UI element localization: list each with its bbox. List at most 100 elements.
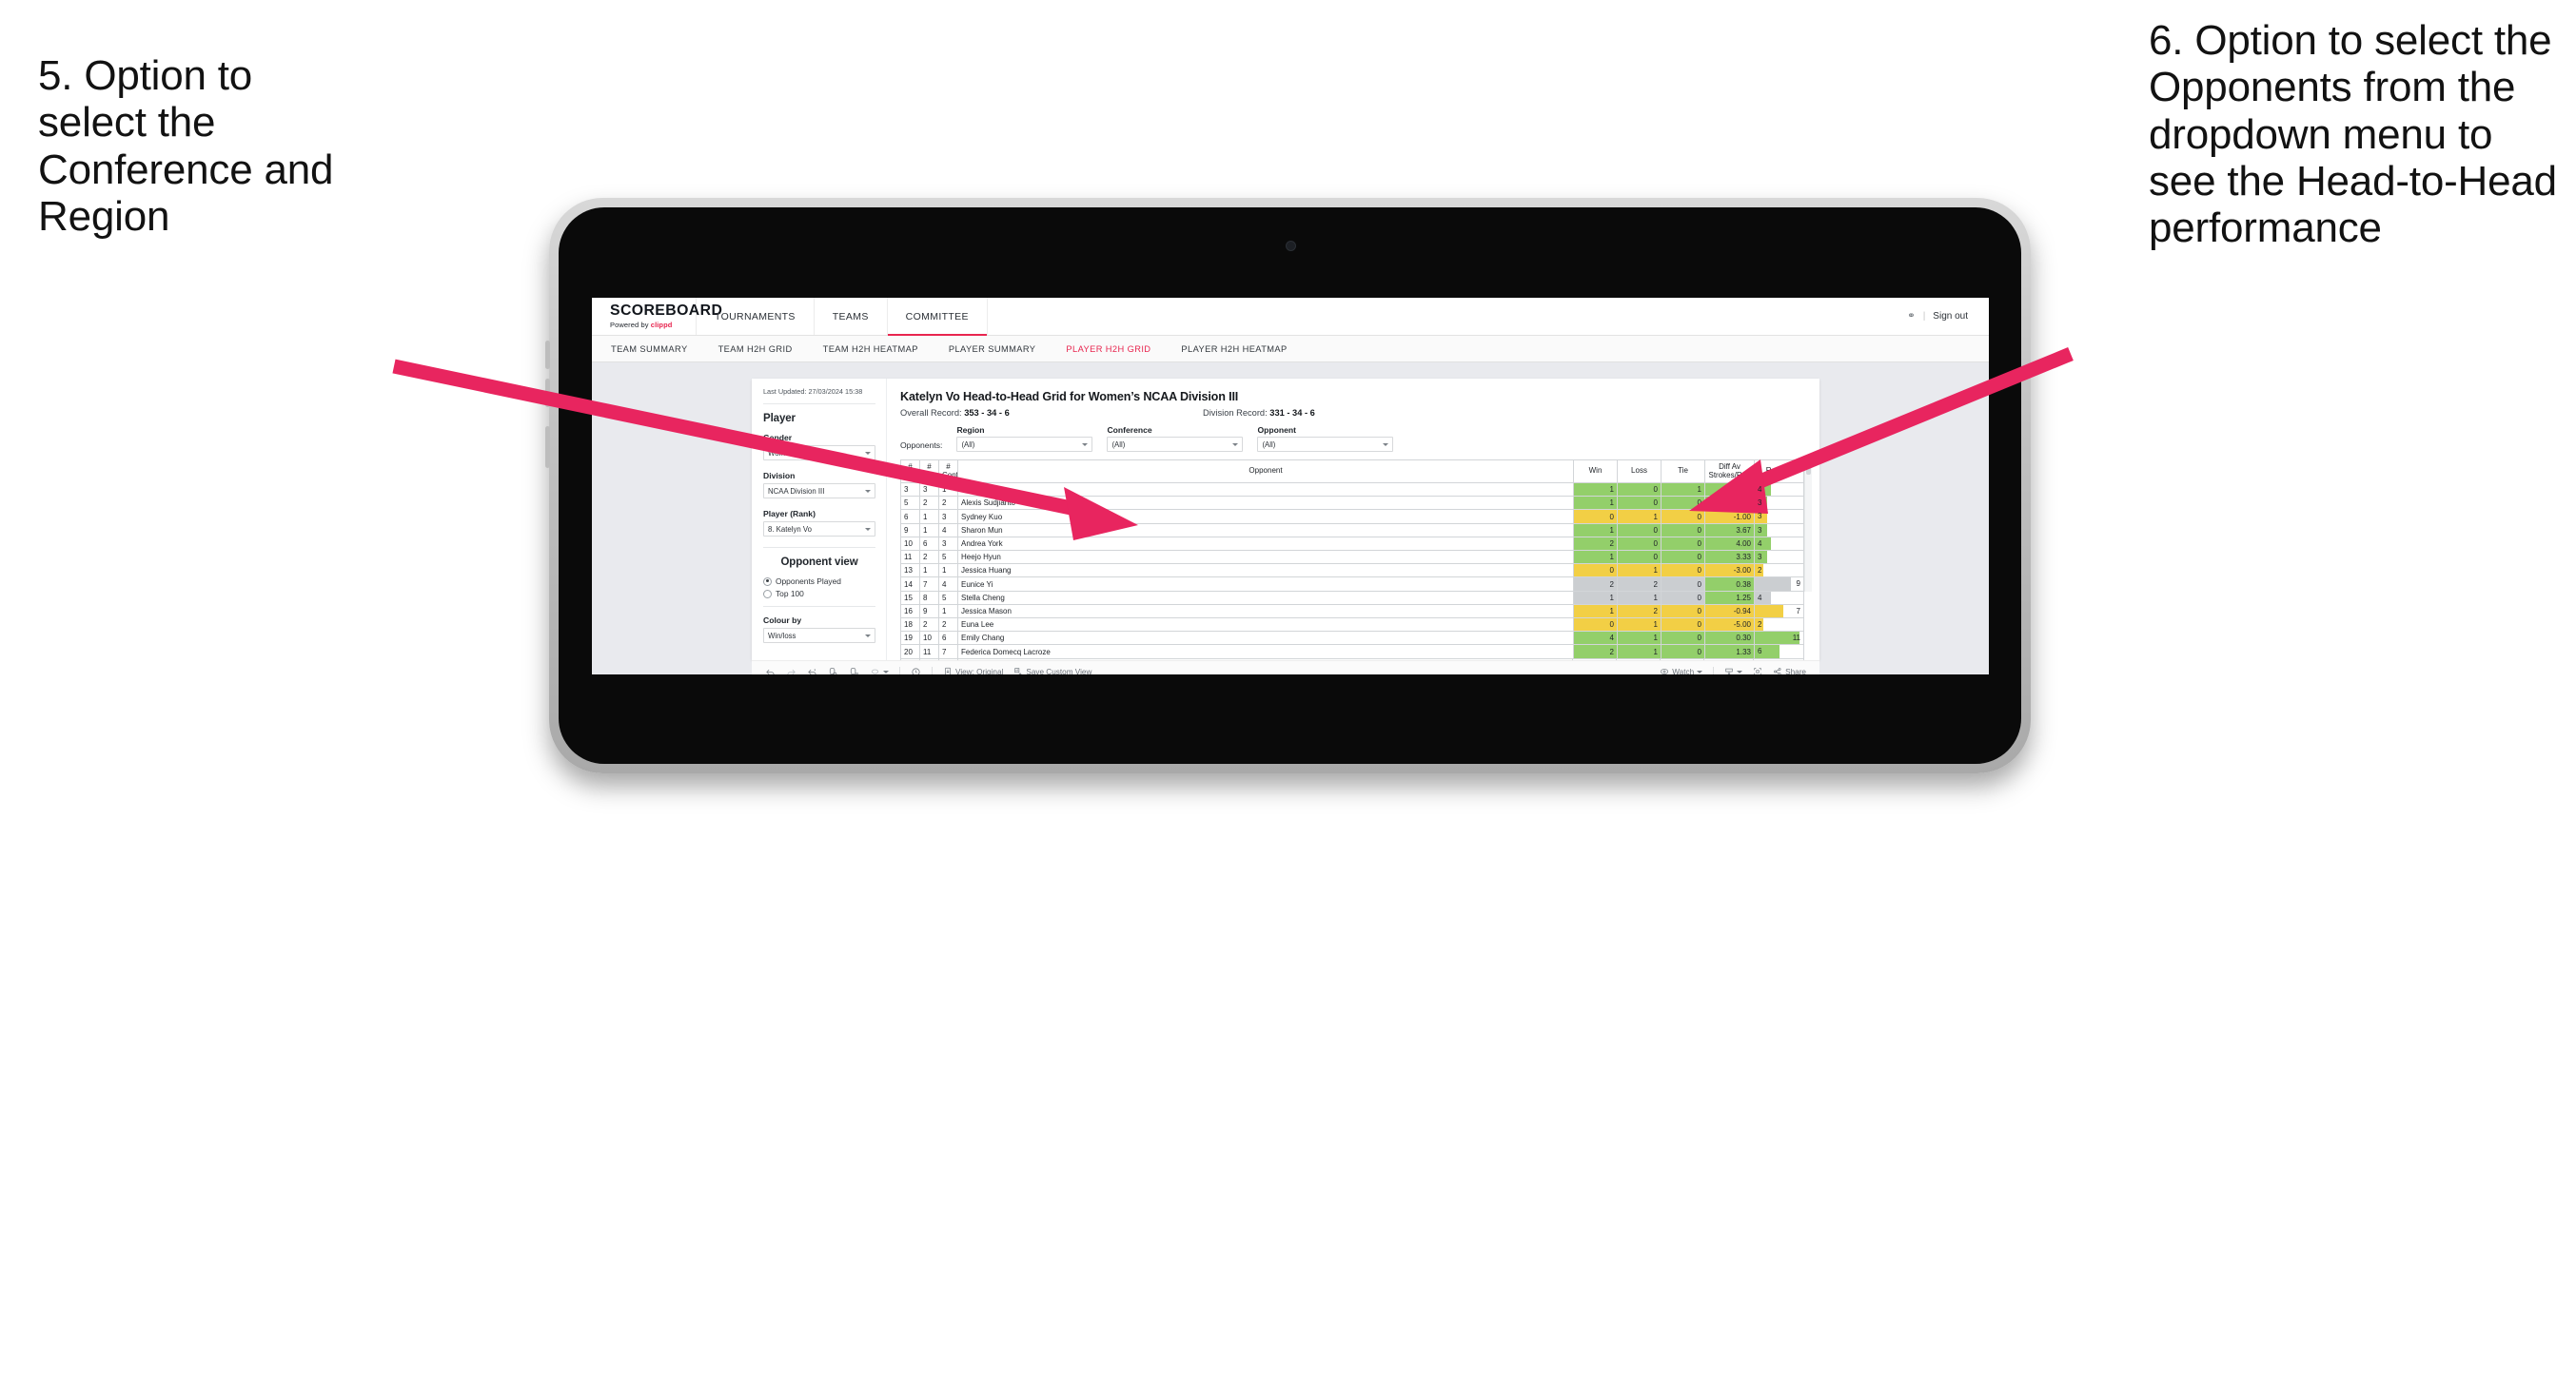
save-custom-view-button[interactable]: Save Custom View [1013,667,1091,674]
table-row[interactable]: 14 7 4 Eunice Yi 2 2 0 0.38 9 [900,576,1804,592]
scoreboard-app: SCOREBOARD Powered by clippd TOURNAMENTS… [592,298,1989,674]
cell-loss: 1 [1617,563,1662,578]
cell-rounds: 6 [1754,644,1804,659]
table-row[interactable]: 9 1 4 Sharon Mun 1 0 0 3.67 3 [900,522,1804,537]
chevron-down-icon [865,489,871,493]
last-updated-text: Last Updated: 27/03/2024 15:38 [763,387,863,396]
cell-opponent: Euna Lee [957,617,1574,633]
table-row[interactable]: 5 2 2 Alexis Sudjianto 1 0 0 4.00 3 [900,496,1804,511]
refresh-data-icon[interactable] [828,667,838,674]
table-header-row: #Div #Reg #Conf Opponent Win Loss Tie [900,459,1804,483]
colour-by-dropdown[interactable]: Win/loss [763,628,875,644]
cell-rounds: 9 [1754,576,1804,592]
cell-loss: 2 [1617,576,1662,592]
download-button[interactable] [1724,667,1743,674]
radio-icon [763,589,772,598]
cell-rounds: 2 [1754,617,1804,633]
brand-logo[interactable]: SCOREBOARD Powered by clippd [592,298,722,335]
chevron-down-icon [1383,442,1389,446]
sign-out-link[interactable]: Sign out [1933,311,1968,322]
rounds-value: 4 [1758,593,1762,602]
nav-tab-tournaments[interactable]: TOURNAMENTS [697,298,815,335]
gender-field: Gender Women’s [763,433,875,461]
share-button[interactable]: Share [1773,667,1806,674]
table-row[interactable]: 15 8 5 Stella Cheng 1 1 0 1.25 4 [900,590,1804,605]
brand-powered-by: Powered by clippd [610,321,696,329]
subtab-team-h2h-heatmap[interactable]: TEAM H2H HEATMAP [823,344,935,354]
subtab-team-summary[interactable]: TEAM SUMMARY [611,344,705,354]
volume-up-button[interactable] [545,341,550,369]
table-row[interactable]: 20 11 7 Federica Domecq Lacroze 2 1 0 1.33 6 [900,644,1804,659]
nav-tab-teams[interactable]: TEAMS [815,298,888,335]
dashboard-toolbar: View: Original Save Custom View Watch Sh… [752,660,1819,674]
subtab-player-h2h-grid[interactable]: PLAYER H2H GRID [1066,344,1168,354]
cell-rounds: 3 [1754,509,1804,524]
opponent-dropdown[interactable]: (All) [1257,437,1394,452]
watch-button[interactable]: Watch [1660,667,1703,674]
globe-icon[interactable]: ⚭ [1907,311,1915,322]
col-opponent: Opponent [957,459,1574,483]
opponent-value: (All) [1262,439,1276,449]
redo-icon[interactable] [786,667,796,675]
table-scrollbar-thumb[interactable] [1806,461,1811,475]
undo-icon[interactable] [765,667,776,675]
table-row[interactable]: 11 2 5 Heejo Hyun 1 0 0 3.33 3 [900,550,1804,565]
table-row[interactable]: 16 9 1 Jessica Mason 1 2 0 -0.94 7 [900,603,1804,619]
cell-win: 2 [1573,576,1618,592]
table-body: 3 3 1 Esther Lee 1 0 1 1.50 4 5 2 2 Alexis Sudjianto… [900,481,1804,659]
radio-opponents-played[interactable]: Opponents Played [763,576,875,586]
radio-top-100[interactable]: Top 100 [763,589,875,598]
region-dropdown[interactable]: (All) [956,437,1093,452]
h2h-grid-table: #Div #Reg #Conf Opponent Win Loss Tie [900,459,1804,659]
dashboard-canvas: Last Updated: 27/03/2024 15:38 Player Ge… [592,362,1989,674]
player-rank-dropdown[interactable]: 8. Katelyn Vo [763,521,875,537]
table-row[interactable]: 13 1 1 Jessica Huang 0 1 0 -3.00 2 [900,563,1804,578]
cell-diff: -1.00 [1704,509,1755,524]
chevron-down-icon [1232,442,1239,446]
cell-reg: 1 [919,563,939,578]
colour-by-field: Colour by Win/loss [763,615,875,644]
cell-tie: 0 [1661,563,1705,578]
cell-tie: 0 [1661,536,1705,552]
conference-dropdown[interactable]: (All) [1107,437,1244,452]
division-dropdown[interactable]: NCAA Division III [763,483,875,499]
cell-conf: 4 [938,576,958,592]
table-row[interactable]: 6 1 3 Sydney Kuo 0 1 0 -1.00 3 [900,509,1804,524]
revert-icon[interactable] [807,667,817,675]
power-button[interactable] [545,426,550,468]
nav-tab-committee[interactable]: COMMITTEE [887,298,988,336]
col-diff: Diff Av Strokes/Rnd [1704,459,1755,483]
pause-updates-icon[interactable] [849,667,859,675]
table-scrollbar[interactable] [1804,459,1812,592]
cell-conf: 3 [938,509,958,524]
cell-tie: 0 [1661,496,1705,511]
fullscreen-button[interactable] [1753,667,1762,674]
division-field: Division NCAA Division III [763,471,875,499]
subtab-team-h2h-grid[interactable]: TEAM H2H GRID [718,344,810,354]
rounds-value: 4 [1758,538,1762,548]
cell-opponent: Federica Domecq Lacroze [957,644,1574,659]
subtab-player-summary[interactable]: PLAYER SUMMARY [949,344,1053,354]
gender-label: Gender [763,433,793,443]
share-label: Share [1785,667,1806,675]
back-dropdown-icon[interactable] [870,667,889,675]
cell-win: 1 [1573,481,1618,498]
subtab-player-h2h-heatmap[interactable]: PLAYER H2H HEATMAP [1181,344,1304,354]
table-row[interactable]: 19 10 6 Emily Chang 4 1 0 0.30 11 [900,631,1804,646]
overall-record-label: Overall Record: [900,408,962,418]
cell-opponent: Eunice Yi [957,576,1574,592]
gender-dropdown[interactable]: Women’s [763,445,875,461]
pause-auto-updates-icon[interactable] [911,667,921,674]
player-rank-label: Player (Rank) [763,509,816,519]
region-filter-label: Region [956,425,985,435]
cell-win: 1 [1573,603,1618,619]
cell-opponent: Sharon Mun [957,522,1574,537]
volume-down-button[interactable] [545,379,550,407]
view-original-button[interactable]: View: Original [943,667,1003,674]
table-row[interactable]: 10 6 3 Andrea York 2 0 0 4.00 4 [900,536,1804,552]
cell-win: 2 [1573,536,1618,552]
overall-record: Overall Record: 353 - 34 - 6 [900,408,1203,418]
cell-rounds: 11 [1754,631,1804,646]
table-row[interactable]: 3 3 1 Esther Lee 1 0 1 1.50 4 [900,481,1804,498]
table-row[interactable]: 18 2 2 Euna Lee 0 1 0 -5.00 2 [900,617,1804,633]
